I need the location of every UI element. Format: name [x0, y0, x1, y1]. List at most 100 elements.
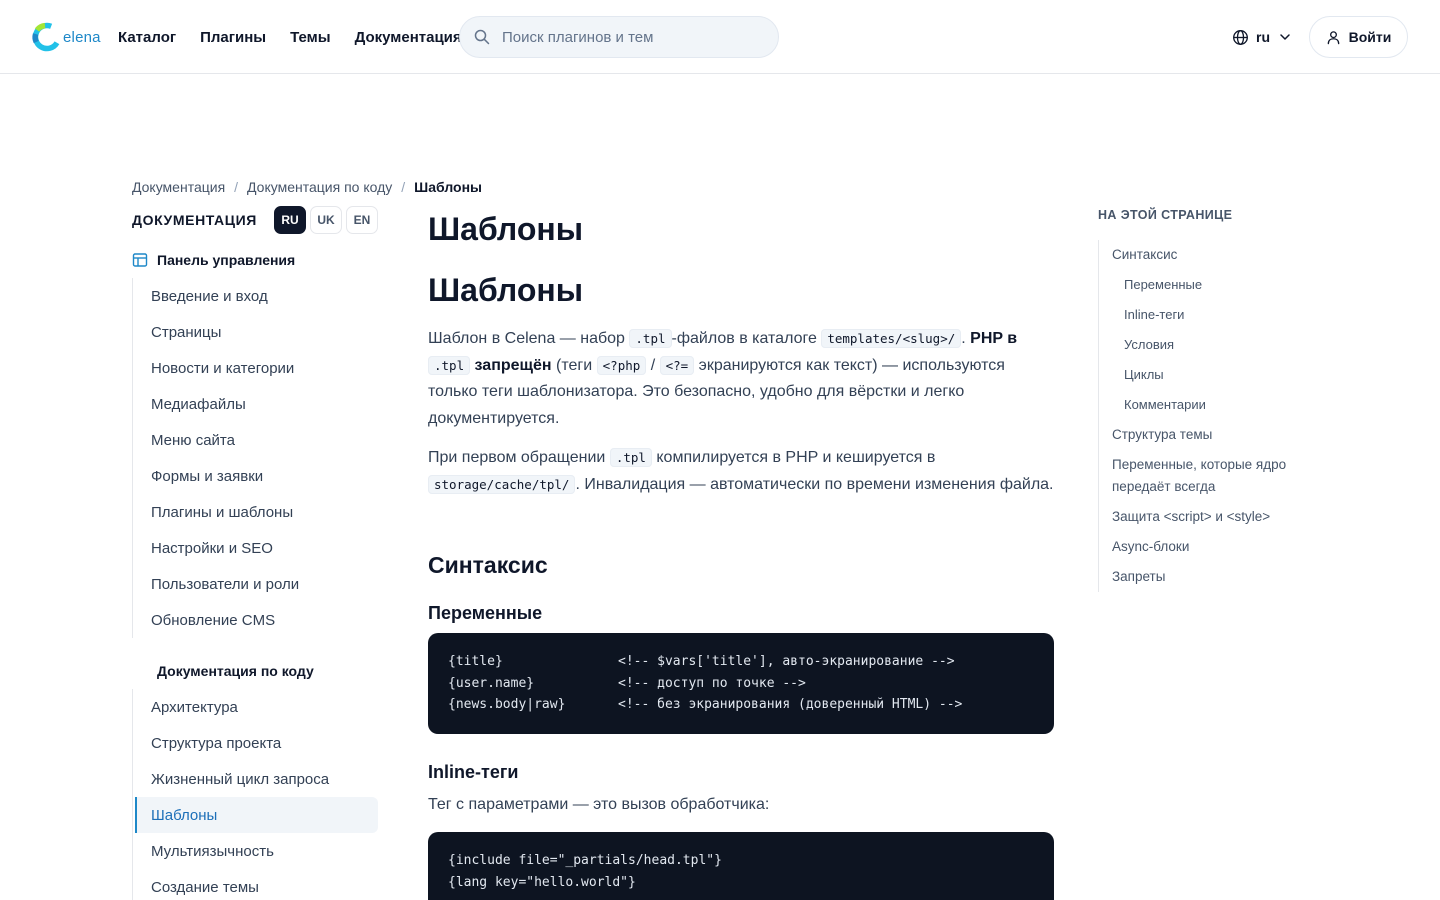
breadcrumb: Документация / Документация по коду / Ша… [132, 177, 482, 197]
chevron-down-icon [1280, 34, 1290, 40]
article-heading: Шаблоны [428, 272, 584, 308]
group-code-docs[interactable]: Документация по коду [132, 660, 378, 682]
text: При первом обращении [428, 449, 610, 466]
toc-item-comments[interactable]: Комментарии [1112, 390, 1318, 420]
main-nav: Каталог Плагины Темы Документация [118, 0, 462, 74]
text: . Инвалидация — автоматически по времени… [575, 475, 1054, 493]
code-text: {user.name} [448, 675, 535, 691]
toc-item-theme-structure[interactable]: Структура темы [1112, 420, 1318, 450]
admin-panel-list: Введение и вход Страницы Новости и катег… [132, 278, 378, 638]
inline-code: .tpl [609, 448, 652, 467]
bold-text: запрещён [470, 356, 552, 374]
top-navbar: elena Каталог Плагины Темы Документация … [0, 0, 1440, 74]
site-logo[interactable]: elena [31, 20, 101, 54]
text: . [961, 330, 971, 347]
toc-item-inline-tags[interactable]: Inline-теги [1112, 300, 1318, 330]
code-comment: <!-- без экранирования (доверенный HTML)… [618, 697, 963, 712]
search-input[interactable] [502, 28, 762, 46]
text: (теги [551, 356, 597, 374]
language-selector[interactable]: ru [1232, 26, 1291, 48]
sidebar-item-architecture[interactable]: Архитектура [133, 689, 378, 725]
sidebar-item-pages[interactable]: Страницы [133, 314, 378, 350]
toc-item-core-variables[interactable]: Переменные, которые ядро передаёт всегда [1112, 450, 1318, 502]
doc-lang-ru[interactable]: RU [274, 206, 306, 234]
code-comment: <!-- $vars['title'], авто-экранирование … [618, 654, 955, 669]
text: / [646, 356, 660, 374]
code-block-inline-tags: {include file="_partials/head.tpl"} {lan… [428, 832, 1054, 900]
nav-docs[interactable]: Документация [355, 29, 462, 46]
code-block-variables: {title} <!-- $vars['title'], авто-экранир… [428, 633, 1054, 734]
group-admin-panel[interactable]: Панель управления [132, 249, 378, 271]
doc-lang-en[interactable]: EN [346, 206, 378, 234]
toc-item-conditions[interactable]: Условия [1112, 330, 1318, 360]
breadcrumb-docs[interactable]: Документация [132, 179, 225, 195]
breadcrumb-separator: / [401, 179, 406, 195]
code-line: {title} <!-- $vars['title'], авто-экранир… [448, 651, 1034, 673]
code-text: {news.body|raw} [448, 697, 566, 712]
language-code: ru [1256, 29, 1270, 45]
sidebar-item-users[interactable]: Пользователи и роли [133, 566, 378, 602]
sidebar-item-lifecycle[interactable]: Жизненный цикл запроса [133, 761, 378, 797]
nav-themes[interactable]: Темы [290, 29, 330, 46]
sidebar-item-structure[interactable]: Структура проекта [133, 725, 378, 761]
breadcrumb-code-docs[interactable]: Документация по коду [247, 179, 392, 195]
sidebar-item-forms[interactable]: Формы и заявки [133, 458, 378, 494]
code-docs-list: Архитектура Структура проекта Жизненный … [132, 689, 378, 900]
text: компилируется в PHP и кешируется в [651, 449, 936, 466]
inline-code: .tpl [629, 329, 672, 348]
inline-tags-paragraph: Тег с параметрами — это вызов обработчик… [428, 795, 770, 813]
inline-code: <?= [659, 355, 695, 375]
inline-code: storage/cache/tpl/ [428, 474, 576, 494]
inline-tags-heading: Inline-теги [428, 761, 519, 782]
group-admin-panel-title: Панель управления [157, 252, 296, 268]
text: -файлов в каталоге [671, 330, 822, 347]
nav-catalog[interactable]: Каталог [118, 29, 176, 46]
layout-panel-icon [132, 253, 148, 267]
sidebar-item-intro[interactable]: Введение и вход [133, 278, 378, 314]
search-box[interactable] [459, 16, 779, 58]
toc-item-syntax[interactable]: Синтаксис [1112, 240, 1318, 270]
intro-paragraph: Шаблон в Celena — набор .tpl -файлов в ка… [428, 326, 1054, 432]
sidebar-title: ДОКУМЕНТАЦИЯ [132, 212, 257, 228]
nav-plugins[interactable]: Плагины [200, 29, 266, 46]
compile-paragraph: При первом обращении .tpl компилируется … [428, 445, 1054, 498]
breadcrumb-current: Шаблоны [414, 179, 482, 195]
table-of-contents: НА ЭТОЙ СТРАНИЦЕ Синтаксис Переменные In… [1098, 204, 1318, 592]
toc-item-loops[interactable]: Циклы [1112, 360, 1318, 390]
toc-item-restrictions[interactable]: Запреты [1112, 562, 1318, 592]
sidebar-item-settings[interactable]: Настройки и SEO [133, 530, 378, 566]
login-button[interactable]: Войти [1309, 16, 1408, 58]
doc-lang-uk[interactable]: UK [310, 206, 342, 234]
toc-item-script-protection[interactable]: Защита <script> и <style> [1112, 502, 1318, 532]
sidebar-item-templates[interactable]: Шаблоны [135, 797, 378, 833]
logo-mark-icon [32, 22, 62, 52]
sidebar-item-update[interactable]: Обновление CMS [133, 602, 378, 638]
sidebar-item-menu[interactable]: Меню сайта [133, 422, 378, 458]
sidebar-item-media[interactable]: Медиафайлы [133, 386, 378, 422]
toc-title: НА ЭТОЙ СТРАНИЦЕ [1098, 208, 1233, 222]
sidebar-item-plugins[interactable]: Плагины и шаблоны [133, 494, 378, 530]
login-label: Войти [1348, 29, 1392, 45]
user-icon [1327, 30, 1339, 44]
article: Шаблоны Шаблоны Шаблон в Celena — набор … [428, 204, 1054, 900]
code-line: {news.body|raw} <!-- без экранирования (д… [448, 694, 1034, 716]
sidebar-item-news[interactable]: Новости и категории [133, 350, 378, 386]
text: Шаблон в Celena — набор [428, 330, 630, 347]
breadcrumb-separator: / [234, 179, 239, 195]
docs-sidebar: ДОКУМЕНТАЦИЯ RU UK EN Панель управления … [132, 204, 378, 900]
section-syntax-heading: Синтаксис [428, 552, 548, 578]
sidebar-header: ДОКУМЕНТАЦИЯ RU UK EN [132, 204, 378, 236]
toc-item-variables[interactable]: Переменные [1112, 270, 1318, 300]
code-comment: <!-- доступ по точке --> [618, 675, 806, 691]
toc-list: Синтаксис Переменные Inline-теги Условия… [1098, 240, 1318, 592]
code-line: {lang key="hello.world"} [448, 874, 636, 890]
sidebar-item-create-theme[interactable]: Создание темы [133, 869, 378, 900]
variables-heading: Переменные [428, 603, 543, 623]
sidebar-item-i18n[interactable]: Мультиязычность [133, 833, 378, 869]
doc-language-switch: RU UK EN [274, 206, 378, 234]
inline-code: templates/<slug>/ [821, 329, 962, 348]
toc-item-async-blocks[interactable]: Async-блоки [1112, 532, 1318, 562]
logo-text: elena [63, 28, 101, 46]
code-line: {user.name} <!-- доступ по точке --> [448, 673, 1034, 695]
page-title: Шаблоны [428, 211, 584, 247]
